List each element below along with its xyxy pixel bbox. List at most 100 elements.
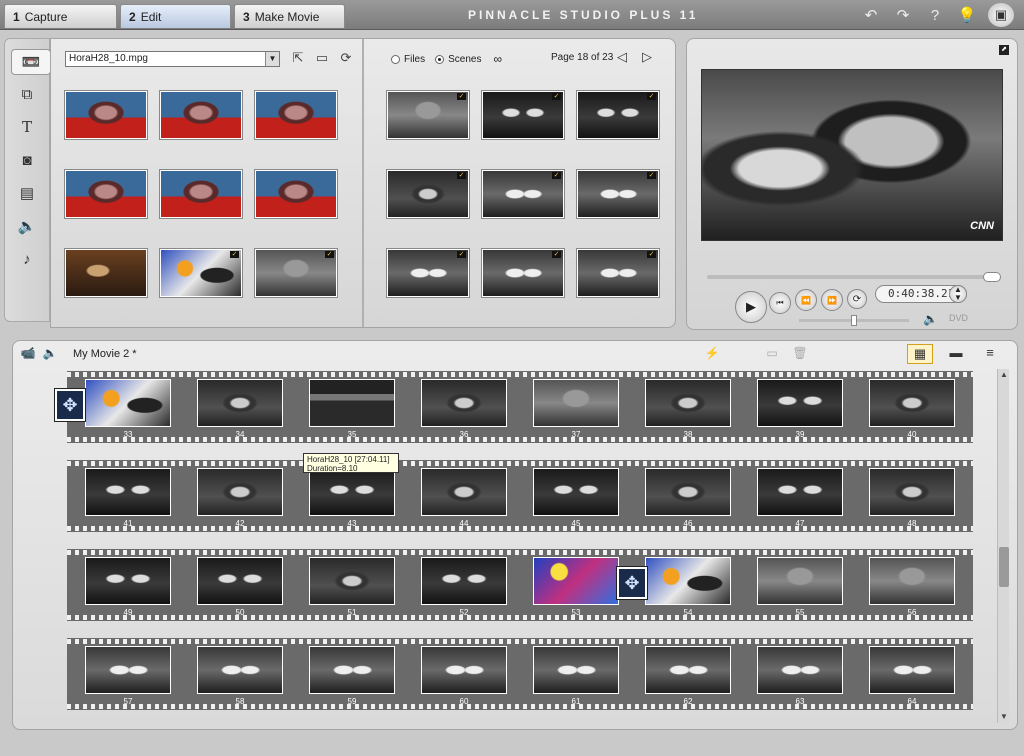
storyboard-clip[interactable] — [869, 468, 955, 516]
storyboard-clip[interactable] — [421, 557, 507, 605]
album-scene-thumb[interactable] — [65, 170, 147, 218]
storyboard-clip[interactable] — [869, 379, 955, 427]
storyboard-clip[interactable] — [197, 646, 283, 694]
storyboard-clip[interactable] — [533, 557, 619, 605]
album-scene-thumb[interactable] — [255, 170, 337, 218]
album-scene-thumb[interactable]: ✓ — [577, 91, 659, 139]
album-scene-thumb[interactable]: ✓ — [482, 249, 564, 297]
chevron-down-icon[interactable]: ▼ — [265, 52, 279, 66]
file-dropdown[interactable]: HoraH28_10.mpg ▼ — [65, 51, 280, 67]
razor-icon[interactable]: ⚡ — [703, 346, 721, 362]
video-scenes-tab-icon[interactable]: 📼 — [11, 49, 51, 75]
storyboard-clip[interactable] — [85, 468, 171, 516]
album-scene-thumb[interactable]: ✓ — [255, 249, 337, 297]
text-view-button[interactable]: ≡ — [977, 344, 1003, 364]
album-scene-thumb[interactable] — [160, 91, 242, 139]
camera-icon[interactable]: 📹 — [19, 346, 37, 362]
drag-move-icon[interactable]: ✥ — [617, 567, 647, 599]
loop-button[interactable]: ⟳ — [847, 289, 867, 309]
radio-files[interactable] — [391, 54, 400, 64]
album-scene-thumb[interactable]: ✓ — [482, 170, 564, 218]
glasses-icon[interactable]: ∞ — [493, 52, 502, 66]
album-scene-thumb[interactable]: ✓ — [387, 249, 469, 297]
play-button[interactable]: ▶ — [735, 291, 767, 323]
audio-icon[interactable]: 🔈 — [41, 346, 59, 362]
timeline-view-button[interactable]: ▬ — [943, 344, 969, 364]
storyboard-clip[interactable] — [197, 557, 283, 605]
storyboard-clip[interactable] — [309, 557, 395, 605]
storyboard-clip[interactable] — [309, 468, 395, 516]
storyboard-clip[interactable] — [309, 379, 395, 427]
storyboard-clip[interactable] — [533, 379, 619, 427]
storyboard-clip[interactable] — [645, 646, 731, 694]
storyboard-clip[interactable] — [309, 646, 395, 694]
storyboard-clip[interactable] — [869, 646, 955, 694]
storyboard-clip[interactable] — [645, 379, 731, 427]
storyboard-clip[interactable] — [197, 468, 283, 516]
album-scene-thumb[interactable]: ✓ — [387, 91, 469, 139]
undo-icon[interactable]: ↶ — [860, 4, 882, 26]
storyboard-clip[interactable] — [757, 646, 843, 694]
dvd-toggle[interactable]: DVD — [949, 313, 968, 323]
album-scene-thumb[interactable]: ✓ — [482, 91, 564, 139]
fast-forward-button[interactable]: ⏩ — [821, 289, 843, 311]
storyboard-clip[interactable] — [757, 379, 843, 427]
album-scene-thumb[interactable] — [160, 170, 242, 218]
storyboard-clip[interactable] — [85, 646, 171, 694]
scrubber-bar[interactable] — [707, 272, 1001, 282]
storyboard-clip[interactable] — [869, 557, 955, 605]
album-scene-thumb[interactable] — [65, 91, 147, 139]
speaker-icon[interactable]: 🔈 — [923, 312, 938, 326]
storyboard-clip[interactable] — [533, 468, 619, 516]
folder-up-icon[interactable]: ⇱ — [289, 50, 307, 68]
storyboard-clip[interactable] — [85, 379, 171, 427]
scroll-thumb[interactable] — [999, 547, 1009, 587]
storyboard-clip[interactable] — [645, 557, 731, 605]
album-scene-thumb[interactable] — [255, 91, 337, 139]
transitions-tab-icon[interactable]: ⧉ — [13, 81, 41, 107]
storyboard-clip[interactable] — [421, 379, 507, 427]
storyboard-clip[interactable] — [757, 468, 843, 516]
tab-capture[interactable]: 1 Capture — [4, 4, 117, 28]
album-scene-thumb[interactable]: ✓ — [577, 249, 659, 297]
storyboard-clip[interactable] — [645, 468, 731, 516]
prev-page-icon[interactable]: ◁ — [614, 49, 630, 65]
radio-scenes[interactable] — [435, 54, 445, 64]
titles-tab-icon[interactable]: T — [13, 114, 41, 140]
storyboard-clip[interactable] — [533, 646, 619, 694]
trash-icon[interactable]: 🗑 — [791, 346, 809, 362]
tab-make-movie[interactable]: 3 Make Movie — [234, 4, 345, 28]
album-scene-thumb[interactable]: ✓ — [577, 170, 659, 218]
scroll-down-icon[interactable]: ▼ — [998, 711, 1010, 723]
rewind-button[interactable]: ⏪ — [795, 289, 817, 311]
album-scene-thumb[interactable] — [65, 249, 147, 297]
storyboard-clip[interactable] — [421, 646, 507, 694]
hint-icon[interactable]: 💡 — [956, 4, 978, 26]
scrubber-handle[interactable] — [983, 272, 1001, 282]
volume-slider[interactable] — [799, 315, 909, 326]
album-scene-thumb[interactable]: ✓ — [387, 170, 469, 218]
disc-menus-tab-icon[interactable]: ▤ — [13, 180, 41, 206]
help-icon[interactable]: ? — [924, 4, 946, 26]
go-to-start-button[interactable]: ⏮ — [769, 292, 791, 314]
split-icon[interactable]: ▭ — [763, 346, 781, 362]
storyboard-clip[interactable] — [197, 379, 283, 427]
storyboard-clip[interactable] — [421, 468, 507, 516]
storyboard-view-button[interactable]: ▦ — [907, 344, 933, 364]
folder-icon[interactable]: ▭ — [313, 50, 331, 68]
next-page-icon[interactable]: ▷ — [639, 49, 655, 65]
volume-handle[interactable] — [851, 315, 857, 326]
storyboard-clip[interactable] — [757, 557, 843, 605]
expand-player-icon[interactable]: ⬈ — [999, 45, 1009, 55]
storyboard-scrollbar[interactable]: ▲ ▼ — [997, 369, 1009, 723]
album-scene-thumb[interactable]: ✓ — [160, 249, 242, 297]
photos-tab-icon[interactable]: ◙ — [13, 147, 41, 173]
timecode-stepper[interactable]: ▲ ▼ — [949, 285, 967, 303]
storyboard-clip[interactable] — [85, 557, 171, 605]
detect-scenes-icon[interactable]: ⟳ — [337, 50, 355, 68]
sound-effects-tab-icon[interactable]: 🔈 — [13, 213, 41, 239]
drag-move-icon[interactable]: ✥ — [55, 389, 85, 421]
redo-icon[interactable]: ↷ — [892, 4, 914, 26]
box-3d-icon[interactable]: ▣ — [988, 3, 1014, 27]
tab-edit[interactable]: 2 Edit — [120, 4, 231, 28]
